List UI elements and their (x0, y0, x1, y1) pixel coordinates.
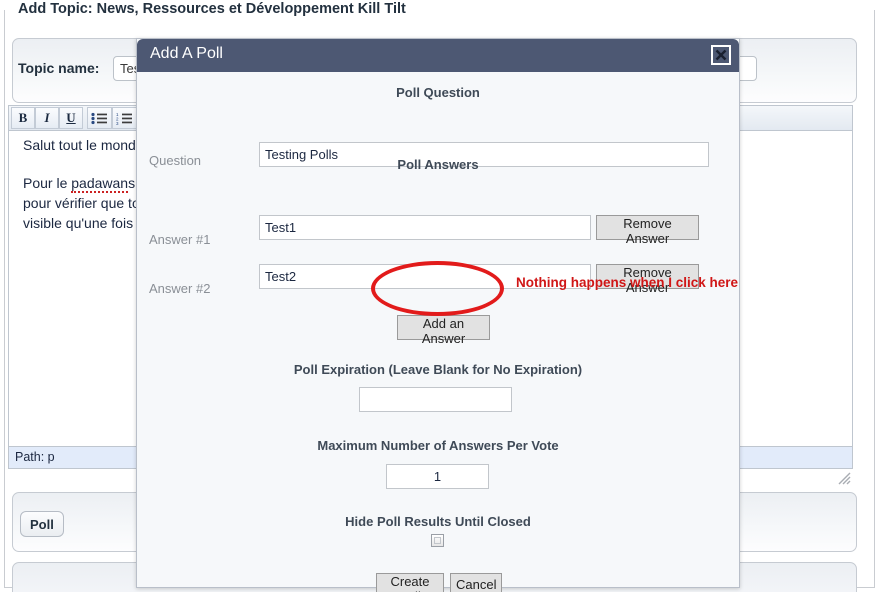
dialog-header[interactable]: Add A Poll (137, 39, 739, 72)
add-poll-dialog: Add A Poll Poll Question Question Poll A… (136, 38, 740, 592)
max-answers-heading: Maximum Number of Answers Per Vote (317, 438, 559, 453)
page-title: Add Topic: News, Ressources et Développe… (18, 1, 406, 17)
annotation-text: Nothing happens when I click here (516, 275, 739, 290)
max-answers-input[interactable] (386, 464, 489, 489)
editor-resize-handle[interactable] (836, 470, 852, 486)
poll-answers-heading: Poll Answers (397, 157, 479, 172)
svg-text:3: 3 (116, 121, 119, 125)
answer-2-label: Answer #2 (149, 281, 211, 296)
cancel-button[interactable]: Cancel (450, 573, 502, 592)
poll-expiration-heading: Poll Expiration (Leave Blank for No Expi… (293, 362, 583, 377)
editor-line-2a: Pour le (23, 175, 72, 191)
poll-button[interactable]: Poll (20, 511, 64, 537)
poll-expiration-input[interactable] (359, 387, 512, 412)
bullet-list-icon[interactable] (87, 107, 112, 129)
add-answer-button[interactable]: Add an Answer (397, 315, 490, 346)
hide-results-heading: Hide Poll Results Until Closed (345, 514, 531, 529)
remove-answer-1-button[interactable]: Remove Answer (596, 215, 699, 246)
dialog-body: Poll Question Question Poll Answers Answ… (137, 72, 739, 592)
editor-misspelled-word: padawan (71, 175, 129, 193)
answer-1-label: Answer #1 (149, 232, 211, 247)
underline-icon[interactable]: U (59, 107, 83, 129)
bold-icon[interactable]: B (11, 107, 35, 129)
dialog-title: Add A Poll (150, 45, 223, 62)
hide-results-checkbox[interactable] (431, 534, 444, 547)
numbered-list-icon[interactable]: 1 2 3 (112, 107, 137, 129)
create-poll-button[interactable]: Create Poll (376, 573, 444, 592)
poll-question-heading: Poll Question (396, 85, 480, 100)
screen: Add Topic: News, Ressources et Développe… (0, 0, 879, 592)
close-icon[interactable] (711, 45, 731, 65)
answer-1-input[interactable] (259, 215, 591, 240)
italic-icon[interactable]: I (35, 107, 59, 129)
topic-name-label: Topic name: (18, 60, 100, 76)
